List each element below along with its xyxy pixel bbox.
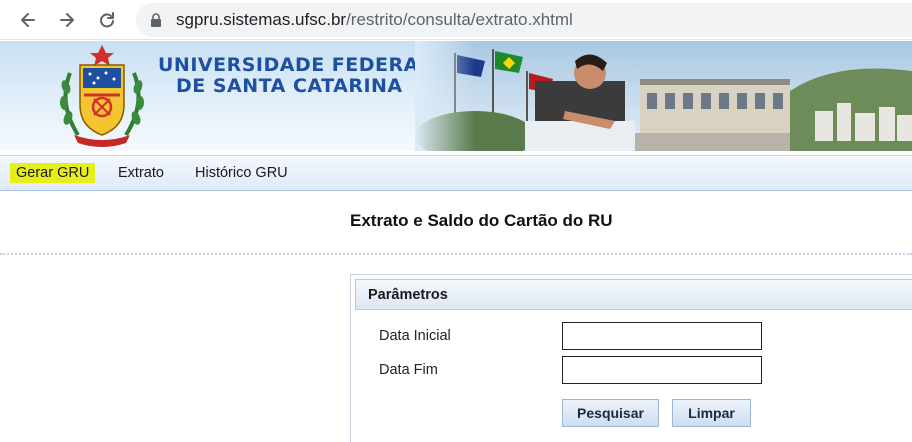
- reload-icon[interactable]: [93, 6, 121, 34]
- menu-item-historico-gru[interactable]: Histórico GRU: [189, 163, 294, 183]
- university-name-line1: UNIVERSIDADE FEDERAL: [158, 54, 432, 76]
- lock-icon[interactable]: [150, 13, 162, 27]
- university-banner: UNIVERSIDADE FEDERAL DE SANTA CATARINA: [0, 41, 912, 151]
- dotted-divider: [0, 253, 912, 255]
- url-path: /restrito/consulta/extrato.xhtml: [346, 10, 573, 29]
- start-date-input[interactable]: [562, 322, 762, 350]
- end-date-input[interactable]: [562, 356, 762, 384]
- menu-item-gerar-gru[interactable]: Gerar GRU: [10, 163, 96, 183]
- end-date-label: Data Fim: [379, 362, 438, 378]
- address-bar[interactable]: sgpru.sistemas.ufsc.br/restrito/consulta…: [136, 3, 912, 37]
- url-text: sgpru.sistemas.ufsc.br/restrito/consulta…: [176, 10, 573, 30]
- search-button[interactable]: Pesquisar: [562, 399, 659, 427]
- menu-item-extrato[interactable]: Extrato: [112, 163, 170, 183]
- page-title: Extrato e Saldo do Cartão do RU: [350, 211, 613, 230]
- url-domain: sgpru.sistemas.ufsc.br: [176, 10, 347, 29]
- campus-photo-collage: [415, 41, 912, 151]
- parameters-panel: Parâmetros Data Inicial Data Fim Pesquis…: [350, 274, 912, 442]
- panel-header: Parâmetros: [355, 279, 912, 310]
- forward-arrow-icon[interactable]: [53, 6, 81, 34]
- back-arrow-icon[interactable]: [14, 6, 42, 34]
- browser-toolbar: sgpru.sistemas.ufsc.br/restrito/consulta…: [0, 0, 912, 40]
- university-name-line2: DE SANTA CATARINA: [176, 75, 403, 97]
- ufsc-crest-logo: [59, 45, 145, 147]
- start-date-label: Data Inicial: [379, 328, 451, 344]
- main-menu: Gerar GRU Extrato Histórico GRU: [0, 155, 912, 191]
- clear-button[interactable]: Limpar: [672, 399, 751, 427]
- panel-title: Parâmetros: [368, 287, 448, 303]
